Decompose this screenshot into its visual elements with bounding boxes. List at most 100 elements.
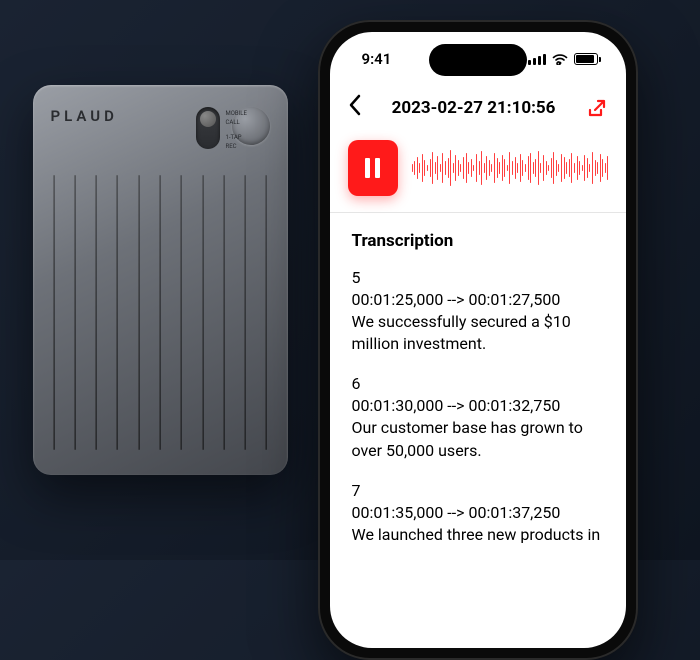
wave-bar: [455, 155, 456, 181]
transcription-heading: Transcription: [352, 231, 604, 251]
waveform[interactable]: [412, 143, 608, 193]
wave-bar: [502, 155, 503, 181]
wave-bar: [517, 163, 518, 173]
wave-bar: [497, 158, 498, 178]
wave-bar: [522, 160, 523, 176]
segment-text: Our customer base has grown to over 50,0…: [352, 417, 604, 461]
segment-timestamp: 00:01:25,000 --> 00:01:27,500: [352, 289, 604, 311]
share-button[interactable]: [586, 97, 608, 119]
transcript-segment[interactable]: 600:01:30,000 --> 00:01:32,750Our custom…: [352, 373, 604, 461]
wave-bar: [437, 156, 438, 180]
wave-bar: [509, 152, 510, 184]
wave-bar: [507, 165, 508, 171]
wave-bar: [412, 164, 413, 172]
wave-bar: [476, 154, 477, 182]
device-brand: PLAUD: [51, 107, 118, 125]
wave-bar: [553, 152, 554, 184]
wave-bar: [460, 164, 461, 172]
divider: [330, 212, 626, 213]
wave-bar: [440, 164, 441, 172]
segment-text: We launched three new products in: [352, 524, 604, 546]
wave-bar: [528, 156, 529, 180]
wave-bar: [445, 161, 446, 175]
wave-bar: [424, 160, 425, 176]
wave-bar: [579, 161, 580, 175]
wave-bar: [430, 159, 431, 177]
wave-bar: [471, 159, 472, 177]
wave-bar: [564, 157, 565, 179]
wave-bar: [453, 163, 454, 173]
wave-bar: [571, 153, 572, 183]
segment-timestamp: 00:01:30,000 --> 00:01:32,750: [352, 395, 604, 417]
wave-bar: [605, 163, 606, 173]
wave-bar: [419, 163, 420, 173]
back-button[interactable]: [348, 94, 362, 122]
wave-bar: [595, 160, 596, 176]
transcript-segment[interactable]: 700:01:35,000 --> 00:01:37,250We launche…: [352, 480, 604, 546]
plaud-recorder-device: PLAUD MOBILE CALL 1-TAP REC: [33, 85, 288, 475]
cellular-icon: [528, 54, 546, 65]
segment-index: 5: [352, 267, 604, 289]
wave-bar: [597, 162, 598, 174]
wave-bar: [577, 156, 578, 180]
wave-bar: [546, 161, 547, 175]
wave-bar: [479, 161, 480, 175]
wave-bar: [569, 159, 570, 177]
wave-bar: [538, 151, 539, 185]
wave-bar: [584, 155, 585, 181]
wave-bar: [556, 160, 557, 176]
wave-bar: [520, 154, 521, 182]
wave-bar: [574, 163, 575, 173]
nav-bar: 2023-02-27 21:10:56: [330, 86, 626, 130]
dynamic-island: [429, 44, 527, 76]
wave-bar: [600, 154, 601, 182]
wave-bar: [540, 163, 541, 173]
pause-button[interactable]: [348, 140, 398, 196]
pause-icon: [365, 158, 380, 178]
transcript-segment[interactable]: 500:01:25,000 --> 00:01:27,500We success…: [352, 267, 604, 355]
wave-bar: [592, 152, 593, 184]
wave-bar: [587, 158, 588, 178]
wave-bar: [442, 153, 443, 183]
mode-slider: MOBILE CALL 1-TAP REC: [196, 107, 220, 149]
wave-bar: [427, 165, 428, 171]
wave-bar: [473, 165, 474, 171]
segment-text: We successfully secured a $10 million in…: [352, 311, 604, 355]
wave-bar: [558, 164, 559, 172]
wave-bar: [515, 157, 516, 179]
recording-title: 2023-02-27 21:10:56: [392, 98, 556, 118]
wave-bar: [463, 157, 464, 179]
wave-bar: [468, 162, 469, 174]
status-time: 9:41: [362, 50, 392, 68]
wave-bar: [561, 154, 562, 182]
phone-screen: 9:41 2023-02-27 21:10:56: [330, 32, 626, 648]
wave-bar: [499, 162, 500, 174]
wave-bar: [448, 158, 449, 178]
wave-bar: [481, 151, 482, 185]
wave-bar: [566, 162, 567, 174]
wave-bar: [414, 161, 415, 175]
wave-bar: [582, 165, 583, 171]
wave-bar: [491, 164, 492, 172]
wave-bar: [589, 164, 590, 172]
wave-bar: [450, 150, 451, 186]
wave-bar: [466, 153, 467, 183]
wave-bar: [486, 156, 487, 180]
wave-bar: [422, 154, 423, 182]
wave-bar: [432, 152, 433, 184]
wave-bar: [602, 159, 603, 177]
wave-bar: [417, 157, 418, 179]
wave-bar: [512, 161, 513, 175]
audio-player: [330, 130, 626, 212]
segment-index: 6: [352, 373, 604, 395]
transcription-panel: Transcription 500:01:25,000 --> 00:01:27…: [330, 221, 626, 648]
wave-bar: [551, 158, 552, 178]
wave-bar: [535, 159, 536, 177]
wave-bar: [489, 160, 490, 176]
wave-bar: [525, 164, 526, 172]
wave-bar: [548, 165, 549, 171]
wave-bar: [530, 153, 531, 183]
wave-bar: [543, 155, 544, 181]
wifi-icon: [552, 53, 568, 65]
device-grooves: [53, 175, 268, 450]
